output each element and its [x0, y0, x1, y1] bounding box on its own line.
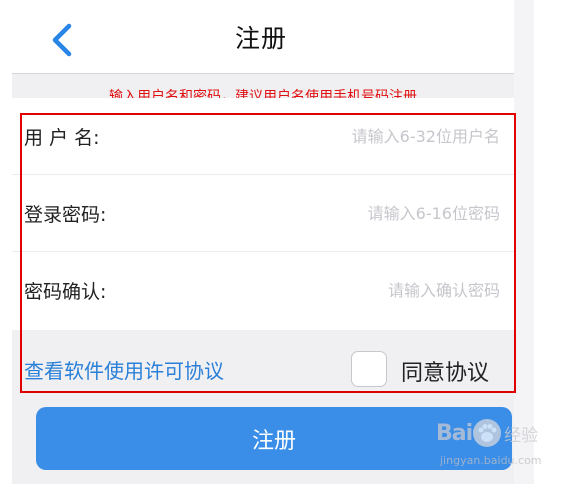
paw-logo-icon: [473, 419, 502, 447]
navigation-bar: 注册: [12, 0, 514, 74]
confirm-password-input[interactable]: [240, 281, 500, 300]
back-button[interactable]: [42, 20, 82, 60]
password-label: 登录密码:: [24, 203, 107, 226]
watermark-brand: Bai: [436, 420, 473, 446]
watermark-url: jingyan.baidu.com: [440, 454, 542, 467]
confirm-password-row: 密码确认:: [12, 252, 514, 329]
page-title: 注册: [234, 24, 287, 53]
username-row: 用 户 名:: [12, 98, 514, 175]
agree-label: 同意协议: [401, 361, 490, 386]
registration-form: 用 户 名: 登录密码: 密码确认:: [12, 98, 514, 330]
password-input[interactable]: [240, 203, 500, 223]
right-gutter: [514, 0, 534, 484]
username-label: 用 户 名:: [24, 126, 100, 149]
watermark-suffix: 经验: [504, 425, 539, 446]
confirm-password-label: 密码确认:: [24, 281, 107, 303]
agree-checkbox[interactable]: [351, 351, 387, 387]
password-row: 登录密码:: [12, 175, 514, 252]
baidu-jingyan-watermark: Bai 经验 jingyan.baidu.com: [436, 418, 560, 478]
username-input[interactable]: [240, 126, 500, 146]
chevron-left-icon: [52, 23, 72, 57]
app-screen: 注册 输入用户名和密码，建议用户名使用手机号码注册 用 户 名: 登录密码: 密…: [12, 0, 514, 484]
license-agreement-link[interactable]: 查看软件使用许可协议: [24, 355, 224, 384]
